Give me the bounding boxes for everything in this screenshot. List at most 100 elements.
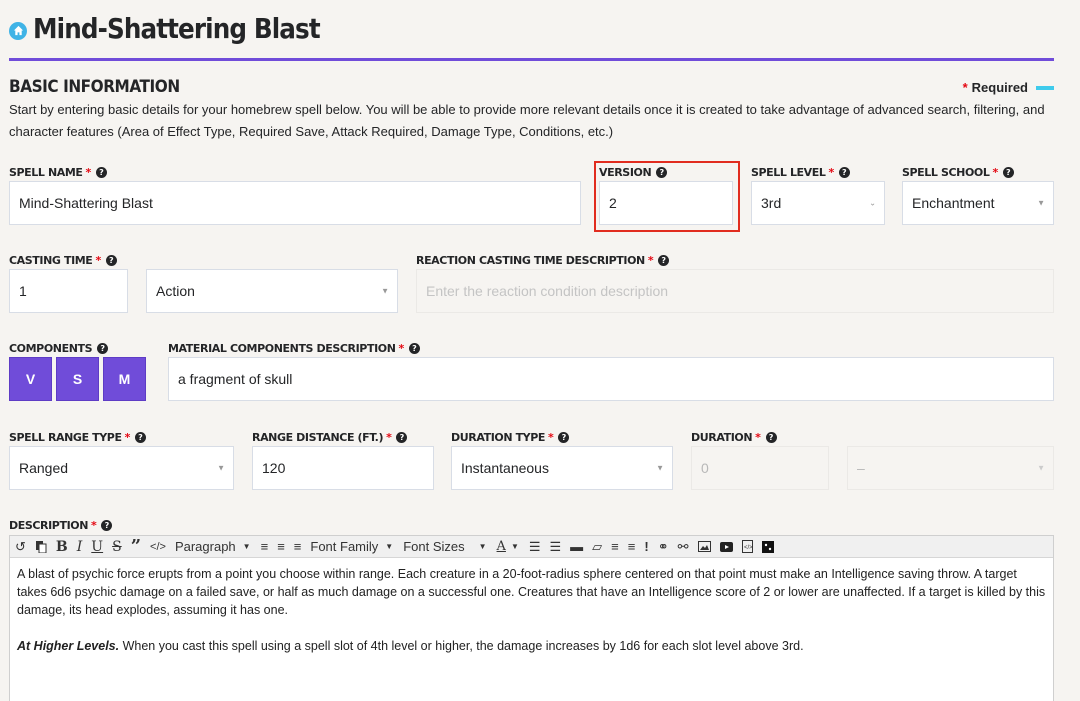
spell-level-value: 3rd xyxy=(761,195,782,211)
range-distance-label: RANGE DISTANCE (FT.) *? xyxy=(252,429,408,445)
caret-down-icon: ▼ xyxy=(1037,463,1045,473)
help-icon[interactable]: ? xyxy=(95,166,107,178)
outdent-icon[interactable]: ≡ xyxy=(611,537,619,557)
section-intro: Start by entering basic details for your… xyxy=(9,102,1045,139)
help-icon[interactable]: ? xyxy=(658,254,670,266)
blockquote-icon[interactable]: ” xyxy=(131,536,141,557)
caret-down-icon: ▼ xyxy=(656,463,664,473)
range-type-label: SPELL RANGE TYPE *? xyxy=(9,429,146,445)
spell-level-field: SPELL LEVEL *? xyxy=(751,164,850,180)
help-icon[interactable]: ? xyxy=(765,431,777,443)
bullet-list-icon[interactable]: ☰ xyxy=(529,537,541,557)
text-color-dropdown[interactable]: A ▼ xyxy=(497,539,519,554)
paste-icon[interactable] xyxy=(35,537,47,557)
strikethrough-button[interactable]: S xyxy=(112,537,122,557)
align-center-icon[interactable]: ≡ xyxy=(277,537,285,557)
required-legend-label: Required xyxy=(971,80,1028,95)
component-material-button[interactable]: M xyxy=(103,357,146,401)
component-verbal-button[interactable]: V xyxy=(9,357,52,401)
indent-icon[interactable]: ≡ xyxy=(628,537,636,557)
help-icon[interactable]: ? xyxy=(396,431,408,443)
numbered-list-icon[interactable]: ☰ xyxy=(550,537,562,557)
page-margin xyxy=(1054,535,1080,701)
spell-name-input[interactable]: Mind-Shattering Blast xyxy=(9,181,581,225)
higher-levels-paragraph: At Higher Levels. When you cast this spe… xyxy=(17,639,804,653)
help-icon[interactable]: ? xyxy=(558,431,570,443)
help-icon[interactable]: ? xyxy=(97,342,109,354)
underline-button[interactable]: U xyxy=(91,537,103,557)
duration-unit-select[interactable]: – ▼ xyxy=(847,446,1054,490)
duration-type-field: DURATION TYPE *? xyxy=(451,429,570,445)
spell-level-select[interactable]: 3rd ⌄ xyxy=(751,181,885,225)
home-icon[interactable] xyxy=(9,21,27,40)
undo-icon[interactable]: ↺ xyxy=(15,537,26,557)
component-somatic-button[interactable]: S xyxy=(56,357,99,401)
duration-type-value: Instantaneous xyxy=(461,460,549,476)
range-distance-input[interactable]: 120 xyxy=(252,446,434,490)
duration-input[interactable]: 0 xyxy=(691,446,829,490)
higher-levels-lead: At Higher Levels. xyxy=(17,639,120,653)
casting-time-field: CASTING TIME *? xyxy=(9,252,117,268)
help-icon[interactable]: ? xyxy=(408,342,420,354)
unlink-icon[interactable]: ⚯ xyxy=(678,537,689,557)
align-left-icon[interactable]: ≡ xyxy=(261,537,269,557)
editor-content[interactable]: A blast of psychic force erupts from a p… xyxy=(10,558,1053,680)
bold-button[interactable]: B xyxy=(56,537,68,557)
horizontal-rule-icon[interactable]: ▬ xyxy=(570,537,583,557)
image-icon[interactable] xyxy=(697,537,711,557)
duration-type-select[interactable]: Instantaneous ▼ xyxy=(451,446,673,490)
range-type-field: SPELL RANGE TYPE *? xyxy=(9,429,146,445)
required-legend: * Required xyxy=(963,80,1054,95)
help-icon[interactable]: ? xyxy=(134,431,146,443)
page-title: Mind-Shattering Blast xyxy=(33,12,321,45)
reaction-desc-field: REACTION CASTING TIME DESCRIPTION *? xyxy=(416,252,670,268)
eraser-icon[interactable]: ▱ xyxy=(592,537,602,557)
help-icon[interactable]: ? xyxy=(101,519,113,531)
section-title: BASIC INFORMATION xyxy=(9,77,180,97)
material-desc-field: MATERIAL COMPONENTS DESCRIPTION *? xyxy=(168,340,420,356)
spell-school-select[interactable]: Enchantment ▼ xyxy=(902,181,1054,225)
casting-time-label: CASTING TIME *? xyxy=(9,252,117,268)
spell-name-label: SPELL NAME *? xyxy=(9,164,107,180)
duration-label: DURATION *? xyxy=(691,429,777,445)
help-icon[interactable]: ? xyxy=(838,166,850,178)
align-right-icon[interactable]: ≡ xyxy=(294,537,302,557)
range-type-value: Ranged xyxy=(19,460,69,476)
alert-button[interactable]: ! xyxy=(644,537,648,557)
caret-down-icon: ▼ xyxy=(1037,198,1045,208)
editor-toolbar: ↺ B I U S ” </> Paragraph ▼ ≡ ≡ ≡ Font Fa… xyxy=(10,536,1053,558)
caret-down-icon: ▼ xyxy=(381,286,389,296)
code-view-button[interactable]: </> xyxy=(150,537,166,557)
material-desc-input[interactable]: a fragment of skull xyxy=(168,357,1054,401)
video-icon[interactable] xyxy=(719,537,733,557)
paragraph-dropdown[interactable]: Paragraph ▼ xyxy=(175,539,251,554)
version-highlight xyxy=(594,161,740,232)
font-sizes-dropdown[interactable]: Font Sizes ▼ xyxy=(403,539,486,554)
caret-down-icon: ▼ xyxy=(510,542,519,551)
spell-name-field: SPELL NAME *? xyxy=(9,164,107,180)
dice-icon[interactable] xyxy=(761,537,774,557)
embed-icon[interactable]: </> xyxy=(741,537,753,557)
spell-school-label: SPELL SCHOOL *? xyxy=(902,164,1014,180)
required-legend-bar xyxy=(1036,85,1054,90)
link-icon[interactable]: ⚭ xyxy=(658,537,669,557)
italic-button[interactable]: I xyxy=(77,537,83,557)
duration-unit-value: – xyxy=(857,460,865,476)
reaction-desc-input[interactable]: Enter the reaction condition description xyxy=(416,269,1054,313)
svg-text:</>: </> xyxy=(744,545,753,551)
material-desc-label: MATERIAL COMPONENTS DESCRIPTION *? xyxy=(168,340,420,356)
components-field: COMPONENTS? xyxy=(9,340,109,356)
casting-time-unit-value: Action xyxy=(156,283,195,299)
required-star: * xyxy=(962,80,968,95)
description-paragraph: A blast of psychic force erupts from a p… xyxy=(17,567,1046,617)
components-label: COMPONENTS? xyxy=(9,340,109,356)
chevron-down-icon: ⌄ xyxy=(869,198,876,208)
caret-down-icon: ▼ xyxy=(385,542,394,551)
casting-time-unit-select[interactable]: Action ▼ xyxy=(146,269,398,313)
range-type-select[interactable]: Ranged ▼ xyxy=(9,446,234,490)
help-icon[interactable]: ? xyxy=(1002,166,1014,178)
help-icon[interactable]: ? xyxy=(105,254,117,266)
font-family-dropdown[interactable]: Font Family ▼ xyxy=(310,539,393,554)
casting-time-input[interactable]: 1 xyxy=(9,269,128,313)
spell-school-value: Enchantment xyxy=(912,195,995,211)
